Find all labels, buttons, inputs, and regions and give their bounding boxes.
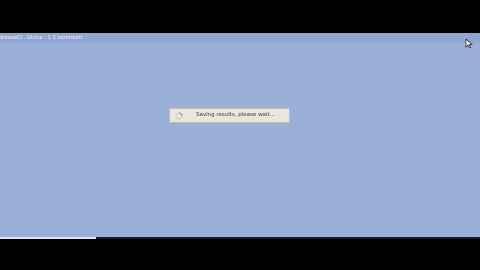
app-window: eleaseCl.. Gtcha : 1 3 nonmeatt Saving r… — [0, 33, 480, 238]
progress-bar — [0, 237, 480, 239]
mouse-pointer-icon — [465, 39, 473, 49]
saving-dialog: Saving results, please wait... — [169, 108, 290, 123]
window-title: eleaseCl.. Gtcha : 1 3 nonmeatt — [0, 35, 83, 41]
window-title-bar: eleaseCl.. Gtcha : 1 3 nonmeatt — [0, 33, 480, 43]
saving-message: Saving results, please wait... — [196, 112, 275, 118]
loading-spinner-icon — [175, 112, 183, 120]
progress-bar-fill — [0, 237, 96, 239]
screen: eleaseCl.. Gtcha : 1 3 nonmeatt Saving r… — [0, 0, 480, 270]
